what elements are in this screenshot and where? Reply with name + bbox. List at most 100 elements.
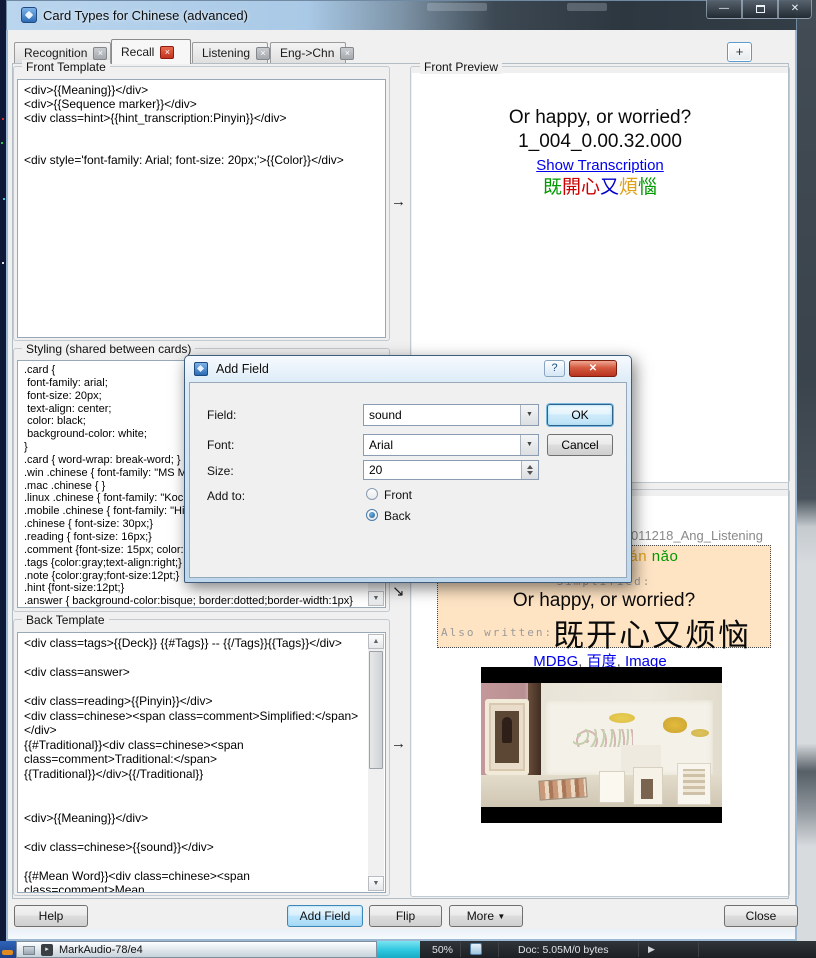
- tab-close-icon[interactable]: ×: [93, 47, 107, 60]
- doc-size-status: Doc: 5.05M/0 bytes: [518, 944, 608, 956]
- taskbar-corner-fragment: [2, 950, 13, 955]
- add-card-type-button[interactable]: +: [727, 42, 752, 62]
- hanzi-char: 煩: [619, 177, 638, 198]
- back-template-scrollbar[interactable]: ▲ ▼: [368, 634, 384, 891]
- hanzi-char: 既: [543, 177, 562, 198]
- field-label: Field:: [207, 408, 236, 422]
- back-template-code[interactable]: <div class=tags>{{Deck}} {{#Tags}} -- {{…: [24, 636, 365, 893]
- scroll-down-icon[interactable]: ▼: [368, 876, 384, 891]
- back-radio[interactable]: [366, 509, 378, 521]
- size-spinner[interactable]: 20: [363, 460, 539, 480]
- font-label: Font:: [207, 438, 234, 452]
- front-template-code[interactable]: <div>{{Meaning}}</div> <div>{{Sequence m…: [24, 83, 365, 167]
- back-template-label: Back Template: [22, 613, 109, 627]
- pinyin-syllable: nǎo: [652, 548, 679, 565]
- front-flow-arrow-icon: →: [391, 193, 406, 210]
- front-radio-label[interactable]: Front: [384, 488, 412, 502]
- cancel-button[interactable]: Cancel: [547, 434, 613, 456]
- styling-flow-arrow-icon: ↘: [392, 582, 405, 600]
- minimize-button[interactable]: —: [706, 0, 742, 19]
- taskbar-app-title: MarkAudio-78/e4: [59, 944, 143, 956]
- tab-close-icon[interactable]: ×: [340, 47, 354, 60]
- ok-button[interactable]: OK: [547, 404, 613, 426]
- scroll-up-icon[interactable]: ▲: [368, 634, 384, 649]
- styling-label: Styling (shared between cards): [22, 342, 195, 356]
- field-combobox[interactable]: sound ▼: [363, 404, 539, 426]
- help-button[interactable]: Help: [14, 905, 88, 927]
- tab-listening[interactable]: Listening ×: [192, 42, 268, 63]
- window-bottom-edge: [8, 929, 795, 939]
- maximize-icon: [756, 5, 765, 13]
- close-button[interactable]: Close: [724, 905, 798, 927]
- font-combobox[interactable]: Arial ▼: [363, 434, 539, 456]
- desktop-pixel: [2, 262, 4, 264]
- photo-owl: [502, 717, 512, 743]
- dialog-app-icon: [194, 362, 208, 376]
- window-close-button[interactable]: ✕: [778, 0, 812, 19]
- simplified-hanzi: 既开心又烦恼: [553, 610, 751, 655]
- photo-patterned-strip: [538, 777, 587, 800]
- front-preview-label: Front Preview: [420, 60, 502, 74]
- document-icon: [470, 943, 482, 955]
- tab-label: Recall: [121, 45, 154, 59]
- dialog-close-button[interactable]: ✕: [569, 360, 617, 377]
- preview-meaning-back: Or happy, or worried?: [438, 590, 770, 612]
- minimize-icon: —: [719, 3, 729, 14]
- dialog-title: Add Field: [216, 362, 269, 376]
- back-radio-label[interactable]: Back: [384, 509, 411, 523]
- back-template-editor[interactable]: <div class=tags>{{Deck}} {{#Tags}} -- {{…: [17, 632, 386, 893]
- taskbar-app-markaudio[interactable]: ▸ MarkAudio-78/e4: [16, 941, 377, 958]
- back-flow-arrow-icon: →: [391, 735, 406, 752]
- scroll-down-icon[interactable]: ▼: [368, 591, 384, 606]
- tab-close-icon[interactable]: ×: [160, 46, 174, 59]
- dropdown-arrow-icon[interactable]: ▼: [520, 435, 538, 455]
- flip-button[interactable]: Flip: [369, 905, 442, 927]
- separator: [460, 942, 461, 957]
- photo-card-figure: [641, 779, 653, 799]
- play-icon[interactable]: ▶: [648, 944, 655, 955]
- photo-wall-shade: [621, 703, 661, 773]
- also-written-label: Also written:: [441, 626, 553, 639]
- addto-label: Add to:: [207, 489, 245, 503]
- preview-photo: [481, 667, 722, 823]
- add-field-button[interactable]: Add Field: [287, 905, 363, 927]
- front-template-editor[interactable]: <div>{{Meaning}}</div> <div>{{Sequence m…: [17, 79, 386, 338]
- window-titlebar[interactable]: Card Types for Chinese (advanced): [6, 0, 797, 30]
- size-label: Size:: [207, 464, 234, 478]
- dialog-body: Field: sound ▼ OK Font: Arial ▼ Cancel S…: [189, 382, 627, 578]
- more-label: More: [467, 909, 494, 923]
- preview-sequence-marker: 1_004_0.00.32.000: [413, 131, 787, 153]
- tab-close-icon[interactable]: ×: [256, 47, 270, 60]
- tab-label: Recognition: [24, 46, 87, 60]
- separator: [498, 942, 499, 957]
- taskbar-corner-icon[interactable]: [0, 941, 16, 958]
- player-icon: ▸: [41, 944, 53, 956]
- preview-colored-hanzi: 既開心又煩惱: [413, 172, 787, 199]
- tab-label: Listening: [202, 46, 250, 60]
- background-app-edge: [797, 0, 816, 941]
- desktop-pixel: [3, 198, 5, 200]
- anki-app-icon: [21, 7, 37, 23]
- maximize-button[interactable]: [742, 0, 778, 19]
- dropdown-arrow-icon[interactable]: ▼: [520, 405, 538, 425]
- spin-up-icon[interactable]: [527, 465, 533, 469]
- background-glass-blur: [567, 3, 607, 11]
- preview-meaning: Or happy, or worried?: [413, 107, 787, 129]
- dialog-help-button[interactable]: ?: [544, 360, 565, 377]
- taskbar: ▸ MarkAudio-78/e4 50% Doc: 5.05M/0 bytes…: [0, 941, 816, 958]
- spin-down-icon[interactable]: [527, 471, 533, 475]
- separator: [698, 942, 699, 957]
- tab-label: Eng->Chn: [280, 46, 334, 60]
- tab-eng-chn[interactable]: Eng->Chn×: [270, 42, 346, 63]
- photo-card-print: [683, 769, 705, 795]
- scrollbar-thumb[interactable]: [369, 651, 383, 769]
- spinner-arrows[interactable]: [521, 461, 538, 479]
- field-value: sound: [369, 408, 402, 422]
- desktop-pixel: [1, 142, 3, 144]
- screen: Card Types for Chinese (advanced) — ✕ Re…: [0, 0, 816, 958]
- hanzi-char: 開: [562, 177, 581, 198]
- tab-recall[interactable]: Recall ×: [111, 39, 191, 64]
- front-radio[interactable]: [366, 488, 378, 500]
- more-button[interactable]: More ▼: [449, 905, 523, 927]
- also-written-row: Also written: 既开心又烦恼: [438, 610, 770, 655]
